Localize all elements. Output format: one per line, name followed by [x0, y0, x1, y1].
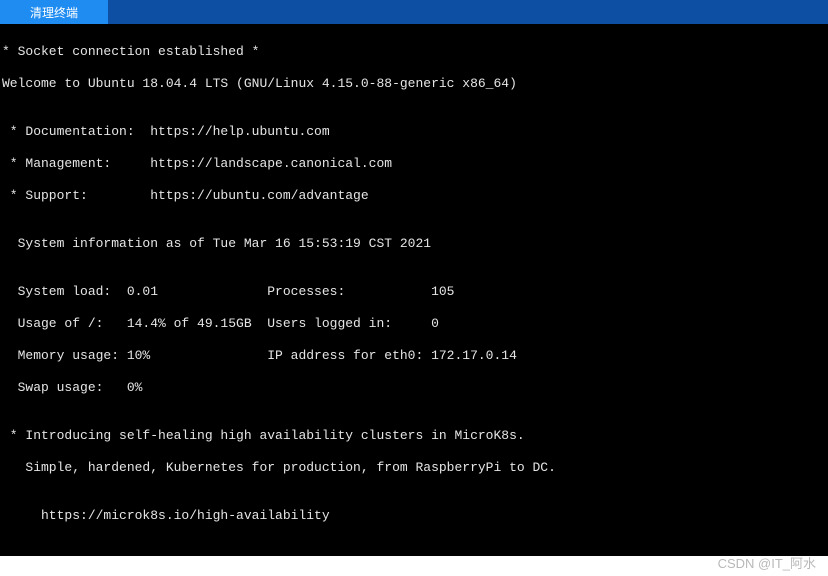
terminal-line: Simple, hardened, Kubernetes for product… — [2, 460, 826, 476]
terminal-line: https://microk8s.io/high-availability — [2, 508, 826, 524]
header-bar: 清理终端 — [0, 0, 828, 24]
terminal-line: Memory usage: 10% IP address for eth0: 1… — [2, 348, 826, 364]
terminal-line: * Socket connection established * — [2, 44, 826, 60]
terminal-line: Swap usage: 0% — [2, 380, 826, 396]
terminal-output[interactable]: * Socket connection established * Welcom… — [0, 24, 828, 556]
terminal-line: System information as of Tue Mar 16 15:5… — [2, 236, 826, 252]
terminal-line: * Documentation: https://help.ubuntu.com — [2, 124, 826, 140]
terminal-line: * Introducing self-healing high availabi… — [2, 428, 826, 444]
terminal-line: * Support: https://ubuntu.com/advantage — [2, 188, 826, 204]
watermark: CSDN @IT_阿水 — [718, 553, 816, 572]
terminal-line: Welcome to Ubuntu 18.04.4 LTS (GNU/Linux… — [2, 76, 826, 92]
terminal-line: System load: 0.01 Processes: 105 — [2, 284, 826, 300]
terminal-line: * Management: https://landscape.canonica… — [2, 156, 826, 172]
terminal-line: Usage of /: 14.4% of 49.15GB Users logge… — [2, 316, 826, 332]
clear-terminal-tab[interactable]: 清理终端 — [0, 0, 108, 24]
